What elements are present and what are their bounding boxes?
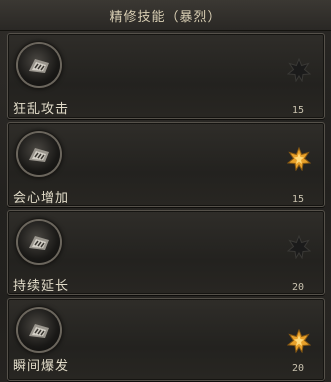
skill-name: 会心增加 — [13, 191, 70, 206]
skill-level: 15 — [291, 194, 305, 205]
skill-card-3[interactable]: 持续延长 20 — [7, 210, 325, 295]
star-dark-icon — [287, 235, 311, 259]
skill-name: 瞬间爆发 — [13, 359, 70, 374]
skill-icon — [18, 133, 60, 175]
skill-level: 15 — [291, 105, 305, 116]
skill-panel: 精修技能（暴烈） 狂乱攻击 15 会心增加 15 持续延长 20 瞬间爆发 20 — [0, 0, 331, 382]
skill-card-2[interactable]: 会心增加 15 — [7, 122, 325, 207]
star-dark-icon — [287, 58, 311, 82]
star-gold-icon — [287, 147, 311, 171]
skill-name: 持续延长 — [13, 279, 70, 294]
skill-card-4[interactable]: 瞬间爆发 20 — [7, 298, 325, 381]
skill-level: 20 — [291, 363, 305, 374]
skill-name: 狂乱攻击 — [13, 102, 70, 117]
panel-title: 精修技能（暴烈） — [109, 10, 222, 25]
skill-icon — [18, 309, 60, 351]
skill-icon — [18, 44, 60, 86]
star-gold-icon — [287, 329, 311, 353]
panel-header: 精修技能（暴烈） — [0, 0, 331, 31]
skill-level: 20 — [291, 282, 305, 293]
skill-card-1[interactable]: 狂乱攻击 15 — [7, 33, 325, 119]
skill-icon — [18, 221, 60, 263]
